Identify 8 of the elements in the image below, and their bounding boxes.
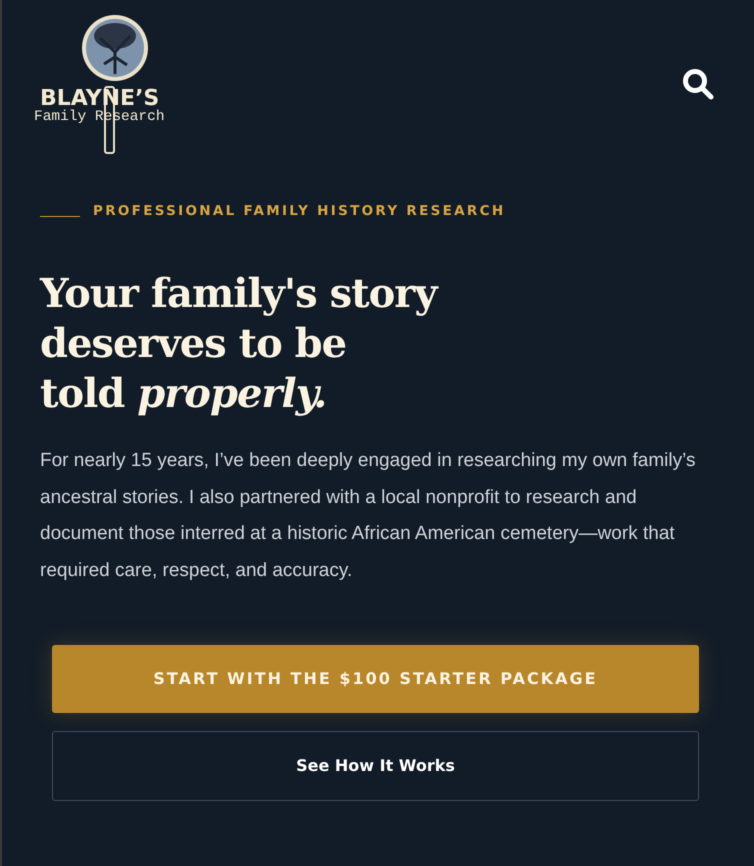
search-icon (682, 68, 714, 100)
headline-line: Your family's story (40, 269, 440, 320)
eyebrow-label: PROFESSIONAL FAMILY HISTORY RESEARCH (93, 202, 506, 221)
search-button[interactable] (682, 68, 714, 100)
intro-paragraph: For nearly 15 years, I’ve been deeply engaged in researching my own family’s ancestral stories. I also partnered with a local nonprofit to research and document those interred at a historic African American cemetery—work that required care, respect, and accuracy. (39, 449, 696, 583)
headline-line: deserves to be (40, 319, 348, 370)
headline-line: told properly. (40, 369, 328, 420)
how-it-works-button[interactable]: See How It Works (52, 731, 699, 802)
